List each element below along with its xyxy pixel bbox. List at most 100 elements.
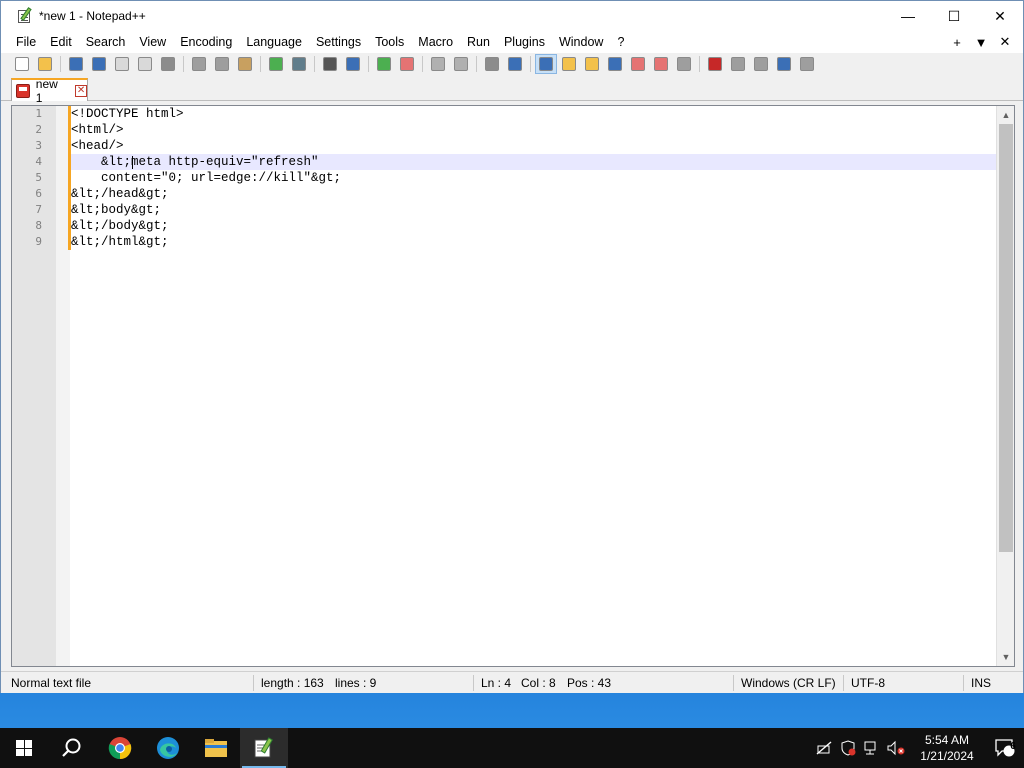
- show-all-chars-icon: [508, 57, 522, 71]
- doc-map-button[interactable]: [604, 54, 626, 74]
- title-bar[interactable]: *new 1 - Notepad++ — ☐ ✕: [1, 1, 1023, 31]
- run-macro-multiple-button[interactable]: [773, 54, 795, 74]
- taskbar-edge[interactable]: [144, 728, 192, 768]
- indent-guide-button[interactable]: [535, 54, 557, 74]
- code-line[interactable]: content="0; url=edge://kill"&gt;: [70, 170, 996, 186]
- menu-window[interactable]: Window: [552, 31, 610, 53]
- udl-icon: [562, 57, 576, 71]
- status-ln: Ln : 4: [481, 676, 512, 690]
- function-list-button[interactable]: [581, 54, 603, 74]
- status-eol[interactable]: Windows (CR LF): [737, 672, 836, 694]
- status-encoding[interactable]: UTF-8: [847, 672, 885, 694]
- menu-encoding[interactable]: Encoding: [173, 31, 239, 53]
- zoom-out-button[interactable]: [396, 54, 418, 74]
- print-button[interactable]: [157, 54, 179, 74]
- redo-button[interactable]: [288, 54, 310, 74]
- menu-file[interactable]: File: [9, 31, 43, 53]
- replace-button[interactable]: [342, 54, 364, 74]
- taskbar-search-button[interactable]: [48, 728, 96, 768]
- sync-vertical-icon: [431, 57, 445, 71]
- new-file-button[interactable]: [11, 54, 33, 74]
- udl-button[interactable]: [558, 54, 580, 74]
- status-insert-mode[interactable]: INS: [967, 672, 991, 694]
- code-line[interactable]: &lt;/html&gt;: [70, 234, 996, 250]
- toolbar-separator: [422, 56, 423, 72]
- monitoring-button[interactable]: [673, 54, 695, 74]
- menu-run[interactable]: Run: [460, 31, 497, 53]
- folder-workspace-icon: [654, 57, 668, 71]
- network-icon[interactable]: [860, 728, 884, 768]
- record-macro-button[interactable]: [704, 54, 726, 74]
- tab-new-1[interactable]: new 1 ✕: [11, 77, 88, 105]
- maximize-button[interactable]: ☐: [931, 1, 977, 31]
- sync-vertical-button[interactable]: [427, 54, 449, 74]
- action-center-button[interactable]: 6: [986, 728, 1024, 768]
- taskbar-notepadpp[interactable]: [240, 728, 288, 768]
- sync-horizontal-icon: [454, 57, 468, 71]
- menu-help[interactable]: ?: [610, 31, 631, 53]
- minimize-button[interactable]: —: [885, 1, 931, 31]
- paste-icon: [238, 57, 252, 71]
- word-wrap-button[interactable]: [481, 54, 503, 74]
- zoom-in-button[interactable]: [373, 54, 395, 74]
- sync-horizontal-button[interactable]: [450, 54, 472, 74]
- stop-macro-button[interactable]: [727, 54, 749, 74]
- menu-view[interactable]: View: [132, 31, 173, 53]
- taskbar-clock[interactable]: 5:54 AM 1/21/2024: [908, 732, 986, 764]
- save-all-button[interactable]: [88, 54, 110, 74]
- open-file-button[interactable]: [34, 54, 56, 74]
- code-line[interactable]: <html/>: [70, 122, 996, 138]
- close-window-button[interactable]: ✕: [977, 1, 1023, 31]
- code-line-current[interactable]: &lt;meta http-equiv="refresh": [70, 154, 996, 170]
- scrollbar-thumb[interactable]: [999, 124, 1013, 552]
- find-icon: [323, 57, 337, 71]
- vertical-scrollbar[interactable]: ▲ ▼: [996, 106, 1014, 666]
- search-icon: [62, 738, 81, 757]
- close-document-icon[interactable]: ✕: [993, 34, 1017, 50]
- menu-settings[interactable]: Settings: [309, 31, 368, 53]
- code-line[interactable]: &lt;/body&gt;: [70, 218, 996, 234]
- play-macro-button[interactable]: [750, 54, 772, 74]
- scroll-down-icon[interactable]: ▼: [997, 648, 1014, 666]
- network-off-icon[interactable]: [812, 728, 836, 768]
- menu-search[interactable]: Search: [79, 31, 133, 53]
- status-bar: Normal text file length : 163 lines : 9 …: [1, 671, 1023, 693]
- edge-icon: [157, 737, 179, 759]
- editor[interactable]: 1 2 3 4 5 6 7 8 9 <!DOCTYPE html> <html/> <head/> …: [11, 105, 1015, 667]
- code-area[interactable]: <!DOCTYPE html> <html/> <head/> &lt;meta h…: [70, 106, 996, 666]
- start-button[interactable]: [0, 728, 48, 768]
- show-all-chars-button[interactable]: [504, 54, 526, 74]
- taskbar-chrome[interactable]: [96, 728, 144, 768]
- menu-plugins[interactable]: Plugins: [497, 31, 552, 53]
- volume-muted-icon[interactable]: [884, 728, 908, 768]
- code-line[interactable]: <!DOCTYPE html>: [70, 106, 996, 122]
- paste-button[interactable]: [234, 54, 256, 74]
- new-tab-plus-icon[interactable]: +: [945, 35, 969, 50]
- save-macro-button[interactable]: [796, 54, 818, 74]
- menu-macro[interactable]: Macro: [411, 31, 460, 53]
- find-button[interactable]: [319, 54, 341, 74]
- folder-workspace-button[interactable]: [650, 54, 672, 74]
- code-line[interactable]: <head/>: [70, 138, 996, 154]
- code-line-text: <html/>: [71, 123, 124, 137]
- copy-button[interactable]: [211, 54, 233, 74]
- tab-close-icon[interactable]: ✕: [75, 84, 87, 97]
- cut-button[interactable]: [188, 54, 210, 74]
- tab-list-chevron-icon[interactable]: ▼: [969, 35, 993, 50]
- doc-list-button[interactable]: [627, 54, 649, 74]
- menu-language[interactable]: Language: [239, 31, 309, 53]
- close-button[interactable]: [111, 54, 133, 74]
- window-title: *new 1 - Notepad++: [39, 9, 146, 23]
- file-explorer-icon: [205, 739, 227, 757]
- scroll-up-icon[interactable]: ▲: [997, 106, 1014, 124]
- code-line[interactable]: &lt;/head&gt;: [70, 186, 996, 202]
- taskbar-file-explorer[interactable]: [192, 728, 240, 768]
- save-button[interactable]: [65, 54, 87, 74]
- close-all-button[interactable]: [134, 54, 156, 74]
- menu-tools[interactable]: Tools: [368, 31, 411, 53]
- undo-button[interactable]: [265, 54, 287, 74]
- security-alert-icon[interactable]: [836, 728, 860, 768]
- code-line[interactable]: &lt;body&gt;: [70, 202, 996, 218]
- menu-edit[interactable]: Edit: [43, 31, 79, 53]
- toolbar-separator: [476, 56, 477, 72]
